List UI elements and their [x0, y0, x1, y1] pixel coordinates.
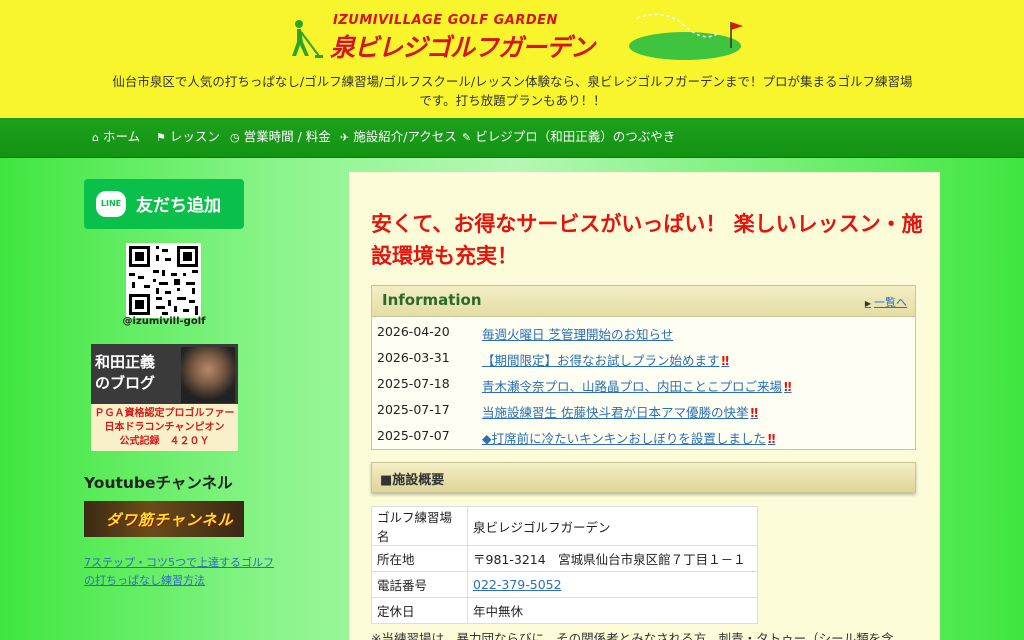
table-value: 泉ビレジゴルフガーデン [467, 506, 758, 546]
nav-blog-label: ビレジプロ（和田正義）のつぶやき [475, 129, 676, 144]
news-title: 毎週火曜日 芝管理開始のお知らせ [482, 327, 674, 342]
nav-hours-label: 営業時間 / 料金 [243, 129, 331, 144]
table-value: 022-379-5052 [467, 571, 758, 598]
table-value: 年中無休 [467, 597, 758, 624]
nav-facility-label: 施設紹介/アクセス [353, 129, 457, 144]
site-tagline: 仙台市泉区で人気の打ちっぱなし/ゴルフ練習場/ゴルフスクール/レッスン体験なら、… [112, 74, 913, 108]
news-date: 2026-04-20 [377, 324, 450, 339]
line-add-friend-button[interactable]: LINE 友だち追加 [84, 179, 244, 229]
qr-code-label: @izumivill-golf [122, 316, 206, 327]
caret-right-icon: ▶ [864, 299, 871, 308]
information-header: Information ▶ 一覧へ [372, 286, 915, 317]
blog-caption-line-2: 日本ドラコンチャンピオン [104, 422, 225, 433]
news-title: ◆打席前に冷たいキンキンおしぼりを設置しました [482, 431, 766, 446]
blog-caption-line-1: ＰＧＡ資格認定プロゴルファー [94, 408, 235, 419]
blog-banner[interactable]: 和田正義のブログ ＰＧＡ資格認定プロゴルファー 日本ドラコンチャンピオン 公式記… [91, 344, 238, 451]
news-link[interactable]: 【期間限定】お得なお試しプラン始めます ‼ [482, 350, 729, 369]
information-title: Information [382, 291, 482, 309]
blog-banner-top: 和田正義 のブログ [91, 344, 238, 404]
table-value: 〒981-3214 宮城県仙台市泉区館７丁目１－１ [467, 545, 758, 572]
site-logo[interactable]: 泉ビレジゴルフガーデン [330, 28, 595, 64]
pro-portrait-image [181, 347, 235, 403]
blog-banner-title: 和田正義 のブログ [95, 352, 155, 394]
nav-lesson-label: レッスン [169, 129, 220, 144]
news-link[interactable]: 青木瀬令奈プロ、山路晶プロ、内田ことこプロご来場 ‼ [482, 376, 792, 395]
news-date: 2026-03-31 [377, 350, 450, 365]
youtube-channel-banner[interactable]: ダワ筋チャンネル [84, 501, 244, 537]
news-date: 2025-07-07 [377, 428, 450, 443]
page-headline: 安くて、お得なサービスがいっぱい！ 楽しいレッスン・施設環境も充実！ [371, 212, 923, 268]
table-key: 電話番号 [371, 571, 468, 598]
notice-text: ※当練習場は、暴力団ならびに、その関係者とみなされる方、刺青・タトゥー（シール類… [371, 631, 894, 640]
exclamation-icon: ‼ [721, 354, 730, 368]
youtube-banner-text: ダワ筋チャンネル [106, 511, 234, 529]
logo-subtitle[interactable]: IZUMIVILLAGE GOLF GARDEN [333, 13, 558, 28]
blog-title-line-2: のブログ [95, 374, 156, 392]
exclamation-icon: ‼ [784, 380, 792, 394]
news-link[interactable]: ◆打席前に冷たいキンキンおしぼりを設置しました ‼ [482, 428, 775, 447]
table-row: 電話番号 022-379-5052 [371, 571, 758, 598]
news-date: 2025-07-17 [377, 402, 450, 417]
pencil-icon: ✎ [462, 131, 472, 144]
nav-home[interactable]: ⌂ ホーム [92, 118, 140, 158]
table-row: 所在地 〒981-3214 宮城県仙台市泉区館７丁目１－１ [371, 545, 758, 572]
table-key: 所在地 [371, 545, 468, 572]
line-icon: LINE [96, 191, 126, 217]
main-content: 安くて、お得なサービスがいっぱい！ 楽しいレッスン・施設環境も充実！ Infor… [349, 172, 940, 640]
news-title: 青木瀬令奈プロ、山路晶プロ、内田ことこプロご来場 [482, 379, 783, 394]
nav-facility-access[interactable]: ✈ 施設紹介/アクセス [340, 118, 457, 158]
facility-section-header: ■施設概要 [371, 462, 916, 493]
line-button-label: 友だち追加 [136, 196, 221, 216]
golfer-logo-icon [292, 20, 323, 58]
facility-table: ゴルフ練習場名 泉ビレジゴルフガーデン 所在地 〒981-3214 宮城県仙台市… [371, 506, 758, 624]
nav-lesson[interactable]: ⚑ レッスン [156, 118, 220, 158]
blog-caption-line-3: 公式記録 ４２０Ｙ [119, 436, 210, 447]
news-link[interactable]: 毎週火曜日 芝管理開始のお知らせ [482, 324, 675, 343]
exclamation-icon: ‼ [767, 432, 776, 446]
youtube-section-title: Youtubeチャンネル [84, 474, 233, 492]
information-box: Information ▶ 一覧へ 2026-04-20 毎週火曜日 芝管理開始の… [371, 285, 916, 450]
clock-icon: ◷ [230, 131, 240, 144]
flag-icon: ⚑ [156, 131, 166, 144]
youtube-video-link[interactable]: 7ステップ・コツ5つで上達するゴルフの打ちっぱなし練習方法 [84, 554, 274, 590]
blog-banner-caption: ＰＧＡ資格認定プロゴルファー 日本ドラコンチャンピオン 公式記録 ４２０Ｙ [91, 404, 238, 451]
information-more-link[interactable]: ▶ 一覧へ [865, 294, 907, 310]
news-link[interactable]: 当施設練習生 佐藤快斗君が日本アマ優勝の快挙 ‼ [482, 402, 758, 421]
facility-section-title: ■施設概要 [380, 473, 445, 488]
main-navigation: ⌂ ホーム ⚑ レッスン ◷ 営業時間 / 料金 ✈ 施設紹介/アクセス ✎ ビレジプロ（… [0, 118, 1024, 158]
table-row: ゴルフ練習場名 泉ビレジゴルフガーデン [371, 506, 758, 546]
site-header: IZUMIVILLAGE GOLF GARDEN 泉ビレジゴルフガーデン 仙台市… [0, 0, 1024, 118]
blog-title-line-1: 和田正義 [95, 353, 156, 371]
nav-hours-fees[interactable]: ◷ 営業時間 / 料金 [230, 118, 331, 158]
qr-code-image[interactable] [126, 243, 201, 318]
news-title: 【期間限定】お得なお試しプラン始めます [482, 353, 720, 368]
plane-icon: ✈ [340, 131, 350, 144]
news-title: 当施設練習生 佐藤快斗君が日本アマ優勝の快挙 [482, 405, 749, 420]
golf-green-icon [629, 13, 743, 60]
information-more-label: 一覧へ [874, 296, 907, 309]
news-date: 2025-07-18 [377, 376, 450, 391]
table-row: 定休日 年中無休 [371, 597, 758, 624]
nav-home-label: ホーム [102, 129, 141, 144]
table-key: ゴルフ練習場名 [371, 506, 468, 546]
phone-link[interactable]: 022-379-5052 [473, 577, 562, 592]
nav-pro-blog[interactable]: ✎ ビレジプロ（和田正義）のつぶやき [462, 118, 675, 158]
exclamation-icon: ‼ [750, 406, 759, 420]
home-icon: ⌂ [92, 131, 99, 144]
table-key: 定休日 [371, 597, 468, 624]
